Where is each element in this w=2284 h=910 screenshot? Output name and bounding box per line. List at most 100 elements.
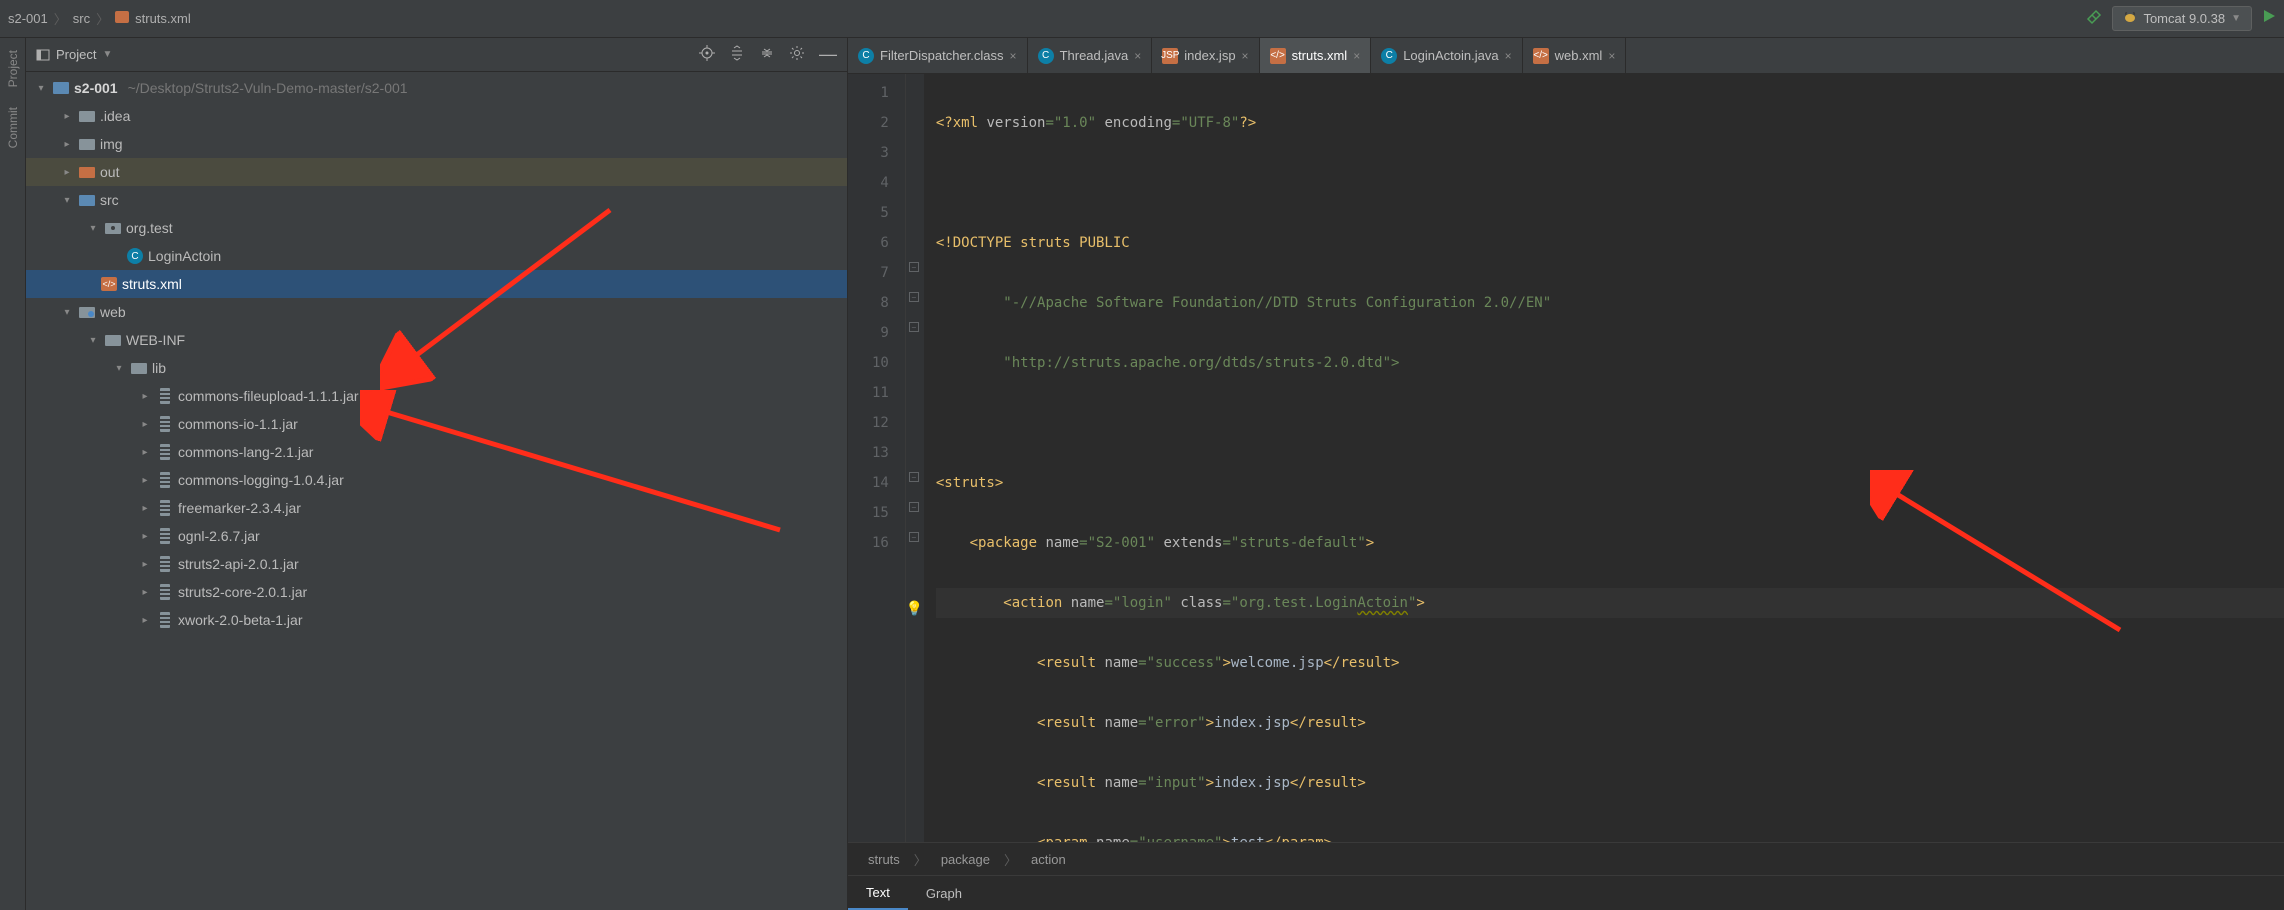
line-number: 11 — [872, 378, 889, 408]
jar-icon — [156, 500, 174, 516]
line-number: 13 — [872, 438, 889, 468]
breadcrumb-action[interactable]: action — [1031, 852, 1066, 867]
tree-jar[interactable]: ▸ ognl-2.6.7.jar — [26, 522, 847, 550]
build-icon[interactable] — [2086, 9, 2102, 28]
chevron-down-icon[interactable]: ▼ — [102, 49, 112, 60]
collapse-all-icon[interactable] — [759, 45, 775, 64]
commit-tool-tab[interactable]: Commit — [6, 107, 20, 148]
close-icon[interactable]: × — [1010, 49, 1017, 63]
chevron-right-icon[interactable]: ▸ — [60, 167, 74, 178]
chevron-down-icon[interactable]: ▾ — [34, 83, 48, 94]
chevron-right-icon[interactable]: ▸ — [138, 475, 152, 486]
line-number: 6 — [872, 228, 889, 258]
close-icon[interactable]: × — [1134, 49, 1141, 63]
run-button[interactable] — [2262, 9, 2276, 28]
chevron-down-icon[interactable]: ▾ — [86, 223, 100, 234]
editor-tab[interactable]: CLoginActoin.java× — [1371, 38, 1522, 73]
chevron-down-icon: ▼ — [2231, 13, 2241, 24]
chevron-down-icon[interactable]: ▾ — [86, 335, 100, 346]
tree-folder-src[interactable]: ▾ src — [26, 186, 847, 214]
tree-jar[interactable]: ▸ commons-lang-2.1.jar — [26, 438, 847, 466]
close-icon[interactable]: × — [1505, 49, 1512, 63]
intention-bulb-icon[interactable]: 💡 — [906, 594, 923, 624]
chevron-down-icon[interactable]: ▾ — [112, 363, 126, 374]
tree-folder-web[interactable]: ▾ web — [26, 298, 847, 326]
chevron-right-icon[interactable]: ▸ — [138, 447, 152, 458]
chevron-right-icon[interactable]: ▸ — [138, 503, 152, 514]
tab-label: struts.xml — [1292, 48, 1348, 63]
close-icon[interactable]: × — [1242, 49, 1249, 63]
editor-tab[interactable]: </>web.xml× — [1523, 38, 1627, 73]
fold-gutter[interactable]: − − − − − − — [906, 74, 924, 842]
chevron-right-icon[interactable]: ▸ — [138, 391, 152, 402]
tree-folder-img[interactable]: ▸ img — [26, 130, 847, 158]
breadcrumb-src[interactable]: src — [73, 11, 90, 26]
line-number: 8 — [872, 288, 889, 318]
module-icon — [52, 81, 70, 95]
chevron-right-icon[interactable]: ▸ — [60, 111, 74, 122]
tree-folder-lib[interactable]: ▾ lib — [26, 354, 847, 382]
project-view-icon — [36, 48, 50, 62]
chevron-down-icon[interactable]: ▾ — [60, 195, 74, 206]
editor-tab[interactable]: </>struts.xml× — [1260, 38, 1372, 73]
chevron-right-icon: 〉 — [54, 9, 67, 28]
project-tree[interactable]: ▾ s2-001 ~/Desktop/Struts2-Vuln-Demo-mas… — [26, 72, 847, 910]
locate-icon[interactable] — [699, 45, 715, 64]
chevron-right-icon[interactable]: ▸ — [138, 587, 152, 598]
line-number: 15 — [872, 498, 889, 528]
breadcrumb-root[interactable]: s2-001 — [8, 11, 48, 26]
project-panel-title[interactable]: Project — [56, 47, 96, 62]
tab-text[interactable]: Text — [848, 876, 908, 910]
line-number: 5 — [872, 198, 889, 228]
tree-jar[interactable]: ▸ struts2-core-2.0.1.jar — [26, 578, 847, 606]
expand-all-icon[interactable] — [729, 45, 745, 64]
line-number: 4 — [872, 168, 889, 198]
chevron-right-icon[interactable]: ▸ — [138, 559, 152, 570]
editor-tab[interactable]: CThread.java× — [1028, 38, 1153, 73]
tree-folder-webinf[interactable]: ▾ WEB-INF — [26, 326, 847, 354]
code-editor[interactable]: 12345678910111213141516 − − − − − − <?xm… — [848, 74, 2284, 842]
chevron-right-icon: 〉 — [914, 850, 927, 869]
hide-icon[interactable]: — — [819, 44, 837, 65]
code-body[interactable]: <?xml version="1.0" encoding="UTF-8"?> <… — [924, 74, 2284, 842]
breadcrumb-package[interactable]: package — [941, 852, 990, 867]
close-icon[interactable]: × — [1353, 49, 1360, 63]
tree-file-struts-xml[interactable]: </> struts.xml — [26, 270, 847, 298]
tree-root[interactable]: ▾ s2-001 ~/Desktop/Struts2-Vuln-Demo-mas… — [26, 74, 847, 102]
project-tool-tab[interactable]: Project — [6, 50, 20, 87]
gear-icon[interactable] — [789, 45, 805, 64]
tree-jar[interactable]: ▸ struts2-api-2.0.1.jar — [26, 550, 847, 578]
chevron-down-icon[interactable]: ▾ — [60, 307, 74, 318]
tree-jar[interactable]: ▸ freemarker-2.3.4.jar — [26, 494, 847, 522]
project-panel-header: Project ▼ — — [26, 38, 847, 72]
tree-jar[interactable]: ▸ xwork-2.0-beta-1.jar — [26, 606, 847, 634]
close-icon[interactable]: × — [1608, 49, 1615, 63]
folder-icon — [78, 109, 96, 123]
tree-jar[interactable]: ▸ commons-logging-1.0.4.jar — [26, 466, 847, 494]
editor-tab[interactable]: CFilterDispatcher.class× — [848, 38, 1028, 73]
editor-bottom-tabs: Text Graph — [848, 876, 2284, 910]
tree-folder-idea[interactable]: ▸ .idea — [26, 102, 847, 130]
line-gutter: 12345678910111213141516 — [848, 74, 906, 842]
chevron-right-icon[interactable]: ▸ — [138, 419, 152, 430]
editor-tab[interactable]: JSPindex.jsp× — [1152, 38, 1259, 73]
breadcrumb-file[interactable]: struts.xml — [135, 11, 191, 26]
run-config-label: Tomcat 9.0.38 — [2143, 11, 2225, 26]
tree-folder-out[interactable]: ▸ out — [26, 158, 847, 186]
run-configuration-dropdown[interactable]: Tomcat 9.0.38 ▼ — [2112, 6, 2252, 31]
tree-jar[interactable]: ▸ commons-fileupload-1.1.1.jar — [26, 382, 847, 410]
toolbar-right: Tomcat 9.0.38 ▼ — [2086, 6, 2276, 31]
chevron-right-icon[interactable]: ▸ — [60, 139, 74, 150]
line-number: 10 — [872, 348, 889, 378]
tree-class-loginactoin[interactable]: C LoginActoin — [26, 242, 847, 270]
chevron-right-icon[interactable]: ▸ — [138, 615, 152, 626]
tree-jar[interactable]: ▸ commons-io-1.1.jar — [26, 410, 847, 438]
tab-graph[interactable]: Graph — [908, 876, 980, 910]
line-number: 12 — [872, 408, 889, 438]
tree-package[interactable]: ▾ org.test — [26, 214, 847, 242]
line-number: 16 — [872, 528, 889, 558]
breadcrumb-struts[interactable]: struts — [868, 852, 900, 867]
line-number: 2 — [872, 108, 889, 138]
chevron-right-icon[interactable]: ▸ — [138, 531, 152, 542]
jar-icon — [156, 388, 174, 404]
